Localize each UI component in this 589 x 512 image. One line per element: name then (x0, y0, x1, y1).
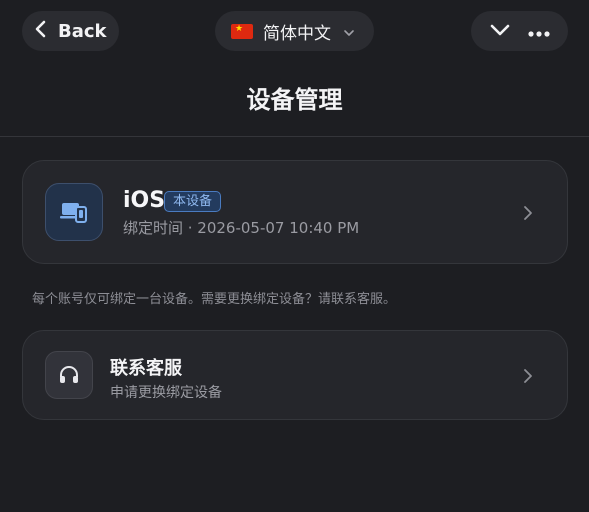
language-selector[interactable]: ★ 简体中文 (215, 11, 374, 51)
current-device-badge: 本设备 (164, 191, 222, 212)
language-label: 简体中文 (263, 23, 331, 44)
device-name: iOS (123, 188, 166, 213)
bind-time: 绑定时间 · 2026-05-07 10:40 PM (123, 219, 360, 237)
page-title: 设备管理 (246, 86, 343, 114)
support-subtitle: 申请更换绑定设备 (110, 385, 222, 401)
binding-note: 每个账号仅可绑定一台设备。需要更换绑定设备？请联系客服。 (32, 292, 397, 307)
back-button[interactable]: Back (22, 11, 119, 51)
headset-icon (45, 351, 93, 399)
collapse-chevron-icon[interactable] (489, 22, 511, 41)
china-flag-icon: ★ (231, 23, 253, 39)
support-title: 联系客服 (110, 358, 182, 379)
chevron-down-icon (343, 22, 355, 41)
header-divider (0, 136, 589, 137)
more-options-icon[interactable] (528, 22, 550, 41)
contact-support-card[interactable]: 联系客服 申请更换绑定设备 (22, 330, 568, 420)
chevron-left-icon (34, 20, 48, 42)
chevron-right-icon (523, 368, 533, 388)
back-label: Back (58, 20, 107, 42)
devices-icon (45, 183, 103, 241)
current-device-card[interactable]: iOS 本设备 绑定时间 · 2026-05-07 10:40 PM (22, 160, 568, 264)
chevron-right-icon (523, 205, 533, 225)
header-actions (471, 11, 568, 51)
